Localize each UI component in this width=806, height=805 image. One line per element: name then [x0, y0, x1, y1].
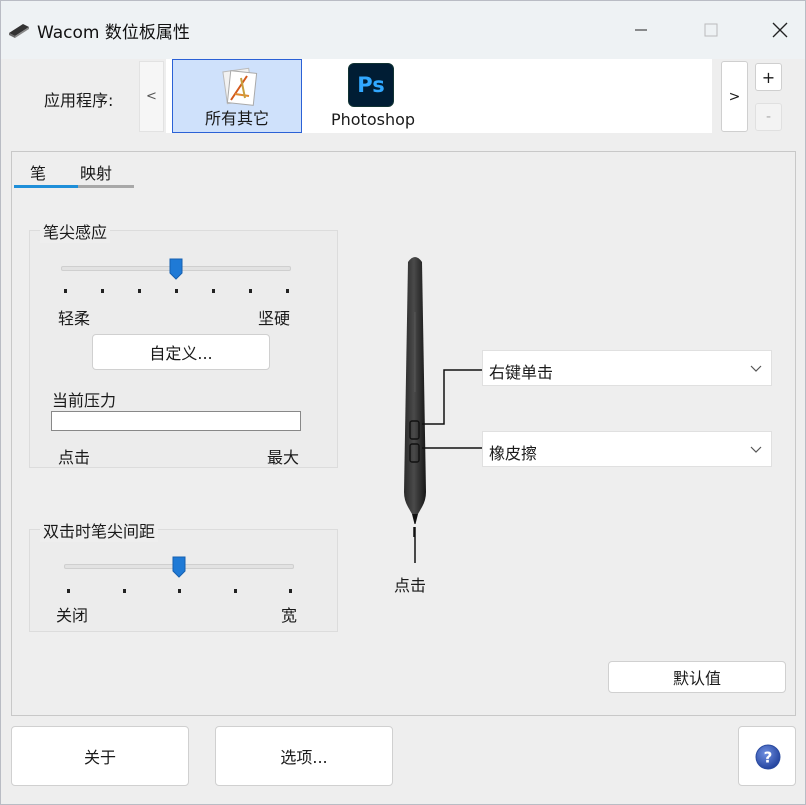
help-icon: ? — [755, 744, 781, 770]
slider-tick — [122, 589, 126, 593]
tip-feel-max-label: 坚硬 — [258, 309, 291, 328]
tab-indicator — [78, 185, 134, 188]
app-scroll-prev-button[interactable]: < — [139, 61, 164, 132]
close-button[interactable] — [759, 13, 799, 47]
slider-tick — [178, 589, 181, 593]
about-button[interactable]: 关于 — [11, 726, 189, 786]
pressure-min-label: 点击 — [58, 448, 91, 467]
default-button[interactable]: 默认值 — [608, 661, 786, 693]
app-scroll-next-button[interactable]: > — [721, 61, 748, 132]
double-click-min-label: 关闭 — [56, 606, 89, 625]
current-pressure-bar — [51, 411, 301, 431]
pen-tip-label: 点击 — [394, 576, 427, 595]
maximize-button[interactable] — [691, 13, 731, 47]
tab-panel: 笔 映射 笔尖感应 轻柔 坚硬 自定义... 当前压力 点击 最大 双击时笔尖间… — [11, 151, 796, 716]
lower-button-dropdown[interactable]: 橡皮擦 — [482, 431, 772, 467]
double-click-distance-group: 双击时笔尖间距 关闭 宽 — [29, 518, 338, 632]
slider-tick — [67, 589, 70, 593]
upper-button-value: 右键单击 — [489, 363, 554, 382]
application-item-all-others[interactable]: 所有其它 — [172, 59, 302, 133]
slider-tick — [249, 289, 252, 293]
options-button[interactable]: 选项... — [215, 726, 393, 786]
double-click-max-label: 宽 — [281, 606, 298, 625]
application-item-label: 所有其它 — [204, 109, 269, 128]
current-pressure-label: 当前压力 — [52, 391, 117, 410]
svg-text:?: ? — [764, 749, 773, 767]
slider-tick — [101, 289, 104, 293]
window-title: Wacom 数位板属性 — [37, 23, 190, 43]
tab-pen[interactable]: 笔 — [30, 160, 46, 184]
wacom-properties-window: Wacom 数位板属性 应用程序: < 所有其它 Ps Photoshop > … — [0, 0, 806, 805]
application-item-label: Photoshop — [330, 110, 416, 129]
slider-tick — [138, 289, 141, 293]
customize-button[interactable]: 自定义... — [92, 334, 270, 370]
slider-tick — [286, 289, 289, 293]
add-application-button[interactable]: + — [755, 63, 782, 91]
remove-application-button[interactable]: - — [755, 103, 782, 131]
close-icon — [772, 22, 788, 38]
pressure-max-label: 最大 — [267, 448, 300, 467]
minimize-icon — [635, 29, 647, 31]
application-list: 所有其它 Ps Photoshop — [166, 59, 712, 133]
all-apps-icon — [222, 67, 258, 106]
slider-tick — [64, 289, 67, 293]
tablet-app-icon — [9, 24, 29, 38]
tip-feel-min-label: 轻柔 — [58, 309, 91, 328]
tab-mapping[interactable]: 映射 — [80, 160, 112, 184]
title-bar: Wacom 数位板属性 — [1, 1, 805, 59]
chevron-down-icon — [750, 365, 762, 372]
minimize-button[interactable] — [621, 13, 661, 47]
tip-feel-group: 笔尖感应 轻柔 坚硬 自定义... 当前压力 点击 最大 — [29, 219, 338, 468]
slider-tick — [212, 289, 215, 293]
tip-callout-line — [414, 527, 416, 563]
tip-feel-slider-thumb[interactable] — [169, 258, 183, 280]
applications-label: 应用程序: — [44, 91, 114, 110]
tip-feel-title: 笔尖感应 — [40, 219, 111, 243]
slider-tick — [233, 589, 237, 593]
double-click-distance-title: 双击时笔尖间距 — [40, 518, 159, 542]
double-click-slider-thumb[interactable] — [172, 556, 186, 578]
maximize-icon — [704, 23, 718, 37]
help-button[interactable]: ? — [738, 726, 796, 786]
application-item-photoshop[interactable]: Ps Photoshop — [322, 59, 424, 133]
slider-tick — [175, 289, 178, 293]
slider-tick — [289, 589, 292, 593]
lower-button-value: 橡皮擦 — [489, 444, 538, 463]
active-tab-indicator — [14, 185, 78, 188]
photoshop-icon: Ps — [348, 63, 394, 107]
upper-button-dropdown[interactable]: 右键单击 — [482, 350, 772, 386]
pen-callout-lines — [413, 369, 482, 537]
chevron-down-icon — [750, 446, 762, 453]
